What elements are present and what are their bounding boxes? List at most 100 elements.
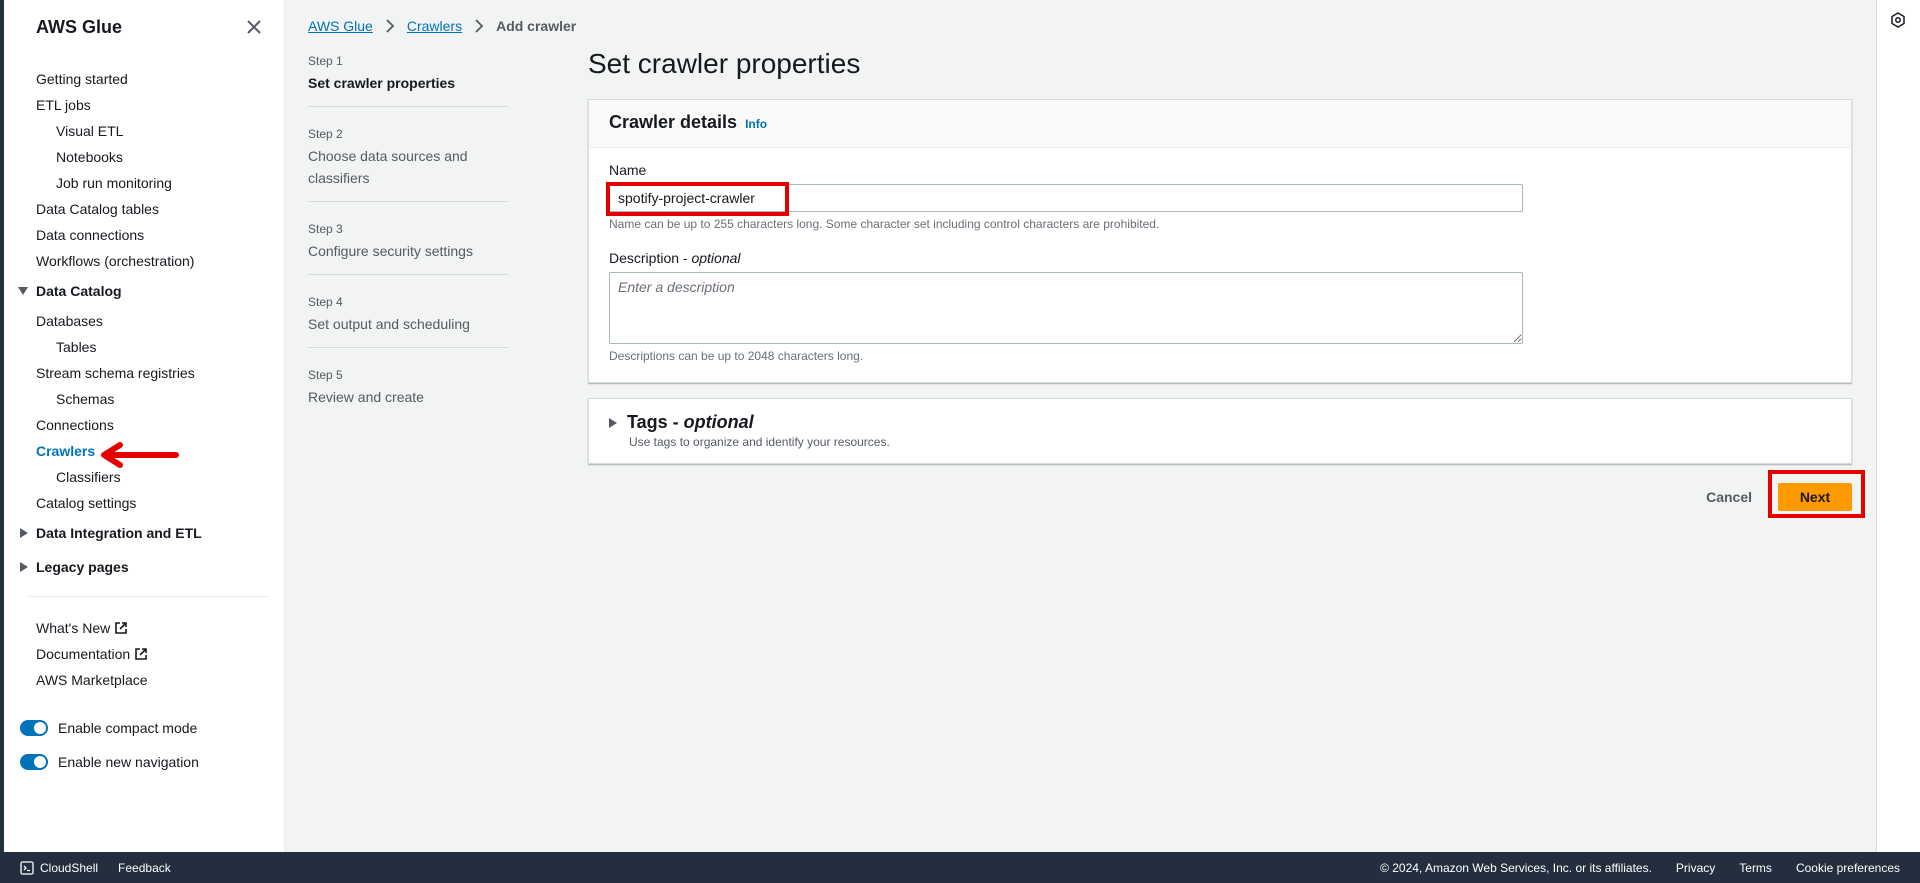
settings-hexagon-icon[interactable] [1890,12,1906,28]
footer-right: © 2024, Amazon Web Services, Inc. or its… [1380,861,1900,875]
optional-label: optional [683,412,754,432]
nav-list-links: What's New Documentation AWS Marketplace [4,615,284,693]
cancel-button[interactable]: Cancel [1702,483,1756,511]
step-title: Review and create [308,389,424,405]
page-title: Set crawler properties [588,48,861,79]
sidebar-item-workflows[interactable]: Workflows (orchestration) [4,248,284,274]
caret-right-icon [20,562,28,572]
cookie-preferences-link[interactable]: Cookie preferences [1796,861,1900,875]
nav-list: Getting started ETL jobs Visual ETL Note… [4,54,284,584]
sidebar-item-connections[interactable]: Connections [4,412,284,438]
sidebar-section-data-integration[interactable]: Data Integration and ETL [4,516,284,550]
description-constraint: Descriptions can be up to 2048 character… [609,349,864,363]
compact-mode-row: Enable compact mode [4,711,284,745]
footer-left: CloudShell Feedback [20,861,171,875]
caret-right-icon [609,417,617,428]
wizard-step: Step 5 Review and create [308,366,508,420]
name-label: Name [609,162,647,178]
toggle-label: Enable new navigation [58,754,199,770]
sidebar-section-legacy-pages[interactable]: Legacy pages [4,550,284,584]
panel-title: Crawler details [609,112,738,132]
sidebar-link-marketplace[interactable]: AWS Marketplace [4,667,284,693]
description-textarea[interactable] [609,272,1523,344]
sidebar-item-job-run-monitoring[interactable]: Job run monitoring [4,170,284,196]
section-label: Data Integration and ETL [36,525,202,541]
toggle-label: Enable compact mode [58,720,198,736]
sidebar-item-data-connections[interactable]: Data connections [4,222,284,248]
link-label: Documentation [36,646,131,662]
description-label: Description - optional [609,248,1831,268]
breadcrumb-aws-glue[interactable]: AWS Glue [308,18,373,34]
chevron-right-icon [475,19,484,33]
crawler-name-input[interactable] [609,184,1523,212]
sidebar-divider [28,596,270,597]
step-number: Step 1 [308,54,343,68]
red-arrow-annotation [101,442,179,468]
step-number: Step 5 [308,368,343,382]
wizard-steps: Step 1 Set crawler properties Step 2 Cho… [308,52,508,438]
section-label: Legacy pages [36,559,129,575]
feedback-link[interactable]: Feedback [118,861,171,875]
terminal-icon [20,860,34,875]
sidebar-item-notebooks[interactable]: Notebooks [4,144,284,170]
form-actions: Cancel Next [1702,483,1852,511]
copyright-text: © 2024, Amazon Web Services, Inc. or its… [1380,860,1652,875]
section-label: Data Catalog [36,283,122,299]
wizard-step: Step 4 Set output and scheduling [308,293,508,348]
wizard-step: Step 2 Choose data sources and classifie… [308,125,508,202]
step-title: Choose data sources and classifiers [308,148,468,186]
breadcrumb: AWS Glue Crawlers Add crawler [308,18,576,34]
step-title: Configure security settings [308,243,473,259]
wizard-step: Step 1 Set crawler properties [308,52,508,107]
sidebar: AWS Glue Getting started ETL jobs Visual… [4,0,285,852]
panel-body: Name Name can be up to 255 characters lo… [589,148,1851,376]
chevron-right-icon [386,19,395,33]
info-link[interactable]: Info [745,117,767,131]
compact-mode-toggle[interactable] [20,720,48,736]
utility-bar [1876,0,1920,852]
breadcrumb-crawlers[interactable]: Crawlers [407,18,462,34]
crawler-details-panel: Crawler details Info Name Name can be up… [588,99,1852,383]
tags-title-text: Tags - [627,412,684,432]
tags-expand-toggle[interactable]: Tags - optional [609,412,1831,433]
step-title: Set output and scheduling [308,316,470,332]
breadcrumb-current: Add crawler [496,18,577,34]
sidebar-item-stream-schema-registries[interactable]: Stream schema registries [4,360,284,386]
caret-down-icon [18,287,28,295]
sidebar-item-databases[interactable]: Databases [4,308,284,334]
new-navigation-toggle[interactable] [20,754,48,770]
tags-title: Tags - optional [627,412,754,433]
caret-right-icon [20,528,28,538]
step-number: Step 3 [308,222,343,236]
sidebar-item-visual-etl[interactable]: Visual ETL [4,118,284,144]
sidebar-title: AWS Glue [36,16,123,37]
terms-link[interactable]: Terms [1739,861,1772,875]
close-sidebar-button[interactable] [244,17,264,37]
step-number: Step 2 [308,127,343,141]
tags-description: Use tags to organize and identify your r… [629,435,890,449]
step-number: Step 4 [308,295,343,309]
footer: CloudShell Feedback © 2024, Amazon Web S… [0,852,1920,883]
sidebar-item-data-catalog-tables[interactable]: Data Catalog tables [4,196,284,222]
panel-header: Crawler details Info [589,100,1851,148]
sidebar-item-getting-started[interactable]: Getting started [4,66,284,92]
sidebar-item-etl-jobs[interactable]: ETL jobs [4,92,284,118]
name-constraint: Name can be up to 255 characters long. S… [609,217,1160,231]
cloudshell-label: CloudShell [40,860,99,875]
wizard-step: Step 3 Configure security settings [308,220,508,275]
sidebar-item-schemas[interactable]: Schemas [4,386,284,412]
external-link-icon [115,622,128,634]
external-link-icon [135,648,147,660]
tags-panel: Tags - optional Use tags to organize and… [588,398,1852,464]
sidebar-item-tables[interactable]: Tables [4,334,284,360]
sidebar-link-documentation[interactable]: Documentation [4,641,284,667]
sidebar-link-whats-new[interactable]: What's New [4,615,284,641]
cloudshell-button[interactable]: CloudShell [20,861,98,875]
sidebar-item-catalog-settings[interactable]: Catalog settings [4,490,284,516]
description-label-text: Description - [609,250,692,266]
sidebar-section-data-catalog[interactable]: Data Catalog [4,274,284,308]
privacy-link[interactable]: Privacy [1676,861,1715,875]
next-button[interactable]: Next [1778,483,1852,511]
step-title: Set crawler properties [308,75,456,91]
optional-label: optional [691,250,741,266]
